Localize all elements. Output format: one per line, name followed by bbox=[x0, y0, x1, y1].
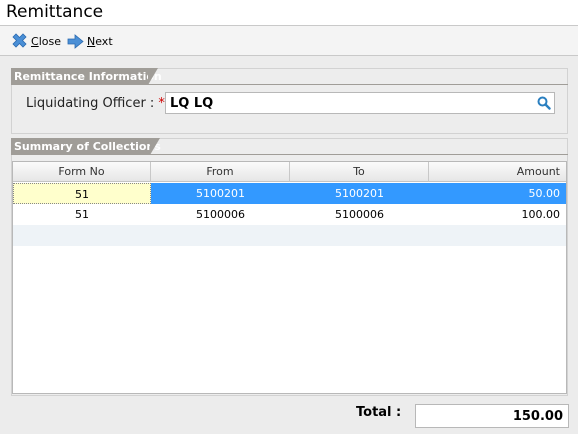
cell-form-no[interactable]: 51 bbox=[13, 204, 151, 225]
table-row-empty[interactable] bbox=[13, 225, 566, 246]
column-header-form-no[interactable]: Form No bbox=[13, 162, 151, 182]
close-button[interactable]: Close bbox=[11, 32, 61, 50]
table-row[interactable]: 51 5100006 5100006 100.00 bbox=[13, 204, 566, 225]
liquidating-officer-label-row: Liquidating Officer : * bbox=[26, 96, 165, 111]
cell-to[interactable]: 5100006 bbox=[290, 204, 429, 225]
liquidating-officer-value: LQ LQ bbox=[170, 96, 214, 111]
close-label: Close bbox=[31, 34, 61, 48]
next-label: Next bbox=[87, 34, 113, 48]
toolbar: Close Next bbox=[0, 26, 578, 56]
remittance-information-section: Remittance Information Liquidating Offic… bbox=[11, 68, 568, 134]
cell-amount[interactable]: 100.00 bbox=[429, 204, 566, 225]
total-label: Total : bbox=[356, 405, 402, 420]
table-row[interactable]: 51 5100201 5100201 50.00 bbox=[13, 183, 566, 204]
column-header-to[interactable]: To bbox=[290, 162, 429, 182]
cell-from[interactable]: 5100006 bbox=[151, 204, 290, 225]
cell-from[interactable]: 5100201 bbox=[151, 183, 290, 204]
total-field: 150.00 bbox=[415, 404, 569, 428]
arrow-right-icon bbox=[67, 33, 84, 49]
page-title: Remittance bbox=[6, 2, 104, 22]
cell-to[interactable]: 5100201 bbox=[290, 183, 429, 204]
column-header-from[interactable]: From bbox=[151, 162, 290, 182]
liquidating-officer-field[interactable]: LQ LQ bbox=[165, 92, 555, 114]
section-title: Summary of Collections bbox=[11, 138, 161, 155]
total-value: 150.00 bbox=[512, 409, 563, 424]
close-icon bbox=[12, 32, 27, 48]
cell-amount[interactable]: 50.00 bbox=[429, 183, 566, 204]
required-marker: * bbox=[158, 96, 165, 111]
window-title-bar: Remittance bbox=[0, 0, 578, 26]
section-title: Remittance Information bbox=[11, 68, 162, 85]
next-button[interactable]: Next bbox=[67, 32, 113, 50]
search-icon[interactable] bbox=[537, 96, 551, 110]
cell-form-no[interactable]: 51 bbox=[13, 183, 151, 204]
summary-of-collections-section: Summary of Collections Form No From To A… bbox=[11, 138, 568, 396]
column-header-amount[interactable]: Amount bbox=[429, 162, 566, 182]
liquidating-officer-label: Liquidating Officer : bbox=[26, 96, 155, 111]
table-header: Form No From To Amount bbox=[13, 162, 566, 182]
collections-table: Form No From To Amount 51 5100201 510020… bbox=[12, 161, 567, 394]
